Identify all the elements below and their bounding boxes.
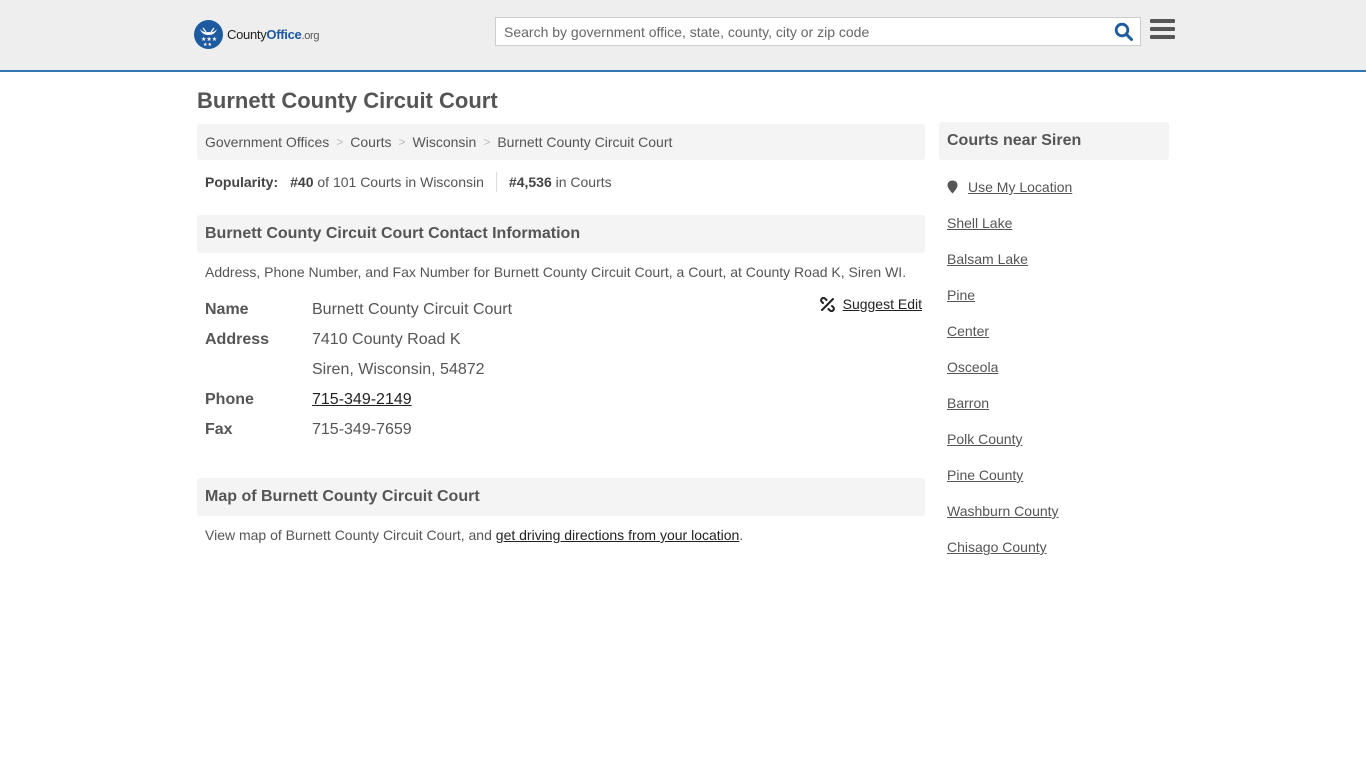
use-my-location-link[interactable]: Use My Location <box>968 179 1072 195</box>
popularity-divider <box>495 172 497 192</box>
sidebar: Courts near Siren Use My Location Shell … <box>939 122 1169 565</box>
breadcrumb-courts[interactable]: Courts <box>350 134 391 150</box>
nearby-court-link[interactable]: Pine <box>947 287 975 303</box>
address-line-1: 7410 County Road K <box>312 331 461 348</box>
phone-link[interactable]: 715-349-2149 <box>312 391 412 408</box>
breadcrumb-separator-icon: > <box>483 135 491 149</box>
nearby-court-link[interactable]: Balsam Lake <box>947 251 1028 267</box>
map-text: View map of Burnett County Circuit Court… <box>205 527 496 543</box>
use-my-location: Use My Location <box>939 169 1169 205</box>
list-item: Washburn County <box>947 493 1161 529</box>
logo-wordmark: CountyOffice.org <box>227 27 319 42</box>
list-item: Chisago County <box>947 529 1161 565</box>
address-label: Address <box>205 331 270 348</box>
logo-text-office: Office <box>266 27 302 42</box>
name-value: Burnett County Circuit Court <box>312 301 513 318</box>
state-rank: #40 <box>290 174 314 190</box>
contact-section-heading: Burnett County Circuit Court Contact Inf… <box>197 215 925 253</box>
nearby-court-link[interactable]: Barron <box>947 395 989 411</box>
nearby-courts-list: Shell Lake Balsam Lake Pine Center Osceo… <box>939 205 1169 565</box>
national-rank: #4,536 <box>508 174 552 190</box>
sidebar-heading: Courts near Siren <box>939 122 1169 160</box>
search-button[interactable] <box>1114 22 1134 42</box>
breadcrumb-current[interactable]: Burnett County Circuit Court <box>497 134 672 150</box>
breadcrumb-government-offices[interactable]: Government Offices <box>205 134 329 150</box>
contact-details: Name Burnett County Circuit Court Addres… <box>197 291 925 445</box>
popularity-bar: Popularity: #40 of 101 Courts in Wiscons… <box>197 160 925 204</box>
search-bar <box>495 17 1141 46</box>
logo-emblem-icon: ★★★ ★★ <box>194 20 223 49</box>
contact-row-address-2: Siren, Wisconsin, 54872 <box>205 355 917 385</box>
nearby-court-link[interactable]: Pine County <box>947 467 1023 483</box>
hamburger-menu-button[interactable] <box>1150 19 1175 42</box>
phone-label: Phone <box>205 391 254 408</box>
logo-text-org: .org <box>301 30 320 42</box>
breadcrumb-separator-icon: > <box>336 135 344 149</box>
map-pin-icon <box>947 180 958 194</box>
popularity-label: Popularity: <box>205 174 279 190</box>
map-description: View map of Burnett County Circuit Court… <box>197 516 925 543</box>
search-icon <box>1114 22 1133 41</box>
breadcrumb-separator-icon: > <box>398 135 406 149</box>
list-item: Pine County <box>947 457 1161 493</box>
nearby-court-link[interactable]: Osceola <box>947 359 998 375</box>
national-rank-text: in Courts <box>555 174 612 190</box>
breadcrumb-wisconsin[interactable]: Wisconsin <box>413 134 477 150</box>
contact-description: Address, Phone Number, and Fax Number fo… <box>205 264 907 280</box>
site-logo[interactable]: ★★★ ★★ CountyOffice.org <box>194 20 319 49</box>
list-item: Center <box>947 313 1161 349</box>
nearby-court-link[interactable]: Shell Lake <box>947 215 1012 231</box>
state-rank-text: of 101 Courts in Wisconsin <box>317 174 484 190</box>
list-item: Pine <box>947 277 1161 313</box>
nearby-court-link[interactable]: Polk County <box>947 431 1022 447</box>
list-item: Barron <box>947 385 1161 421</box>
page-title: Burnett County Circuit Court <box>197 88 498 113</box>
list-item: Balsam Lake <box>947 241 1161 277</box>
hamburger-menu-icon-bar <box>1150 19 1175 23</box>
list-item: Shell Lake <box>947 205 1161 241</box>
breadcrumb: Government Offices > Courts > Wisconsin … <box>197 124 925 160</box>
suggest-edit-link[interactable]: Suggest Edit <box>819 296 922 312</box>
contact-row-name: Name Burnett County Circuit Court <box>205 295 917 325</box>
name-label: Name <box>205 301 249 318</box>
contact-row-address: Address 7410 County Road K <box>205 325 917 355</box>
suggest-edit-label: Suggest Edit <box>842 296 922 312</box>
hamburger-menu-icon-bar <box>1150 35 1175 39</box>
logo-text-county: County <box>227 27 267 42</box>
fax-value: 715-349-7659 <box>312 421 412 438</box>
map-section-heading: Map of Burnett County Circuit Court <box>197 478 925 516</box>
address-line-2: Siren, Wisconsin, 54872 <box>312 361 485 378</box>
main-content: Government Offices > Courts > Wisconsin … <box>197 124 925 543</box>
broken-link-icon <box>819 296 835 312</box>
hamburger-menu-icon-bar <box>1150 27 1175 31</box>
fax-label: Fax <box>205 421 233 438</box>
svg-text:★★: ★★ <box>203 42 212 48</box>
nearby-court-link[interactable]: Chisago County <box>947 539 1047 555</box>
map-text-end: . <box>739 527 744 543</box>
search-input[interactable] <box>496 18 1096 45</box>
nearby-court-link[interactable]: Washburn County <box>947 503 1059 519</box>
nearby-court-link[interactable]: Center <box>947 323 989 339</box>
contact-row-phone: Phone 715-349-2149 <box>205 385 917 415</box>
top-navigation-bar: ★★★ ★★ CountyOffice.org <box>0 0 1366 72</box>
list-item: Polk County <box>947 421 1161 457</box>
list-item: Osceola <box>947 349 1161 385</box>
contact-row-fax: Fax 715-349-7659 <box>205 415 917 445</box>
driving-directions-link[interactable]: get driving directions from your locatio… <box>496 527 740 543</box>
